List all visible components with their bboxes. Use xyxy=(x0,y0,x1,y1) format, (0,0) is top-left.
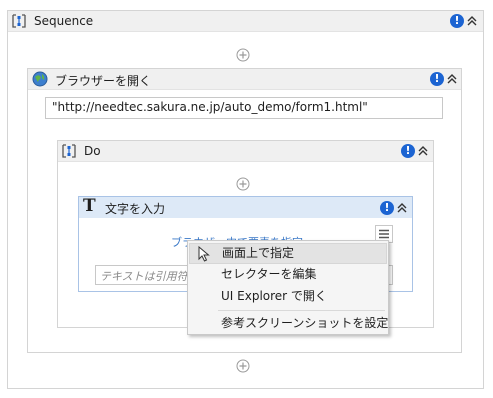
menu-item-set-screenshot[interactable]: 参考スクリーンショットを設定 xyxy=(189,313,389,334)
menu-item-label: 画面上で指定 xyxy=(222,246,295,260)
menu-item-label: 参考スクリーンショットを設定 xyxy=(221,316,389,330)
context-menu[interactable]: 画面上で指定 セレクターを編集 UI Explorer で開く 参考スクリーンシ… xyxy=(187,240,389,335)
url-input[interactable]: "http://needtec.sakura.ne.jp/auto_demo/f… xyxy=(45,97,443,119)
open-browser-header[interactable]: ブラウザーを開く ! xyxy=(28,69,461,90)
add-activity-icon[interactable] xyxy=(236,177,250,191)
menu-item-open-ui-explorer[interactable]: UI Explorer で開く xyxy=(189,286,387,307)
add-activity-icon[interactable] xyxy=(236,359,250,373)
text-type-icon: T xyxy=(83,196,96,216)
sequence-title: Sequence xyxy=(34,14,94,28)
open-browser-title: ブラウザーを開く xyxy=(55,74,152,88)
type-into-title: 文字を入力 xyxy=(105,202,166,216)
add-activity-icon[interactable] xyxy=(236,48,250,62)
do-title: Do xyxy=(84,144,101,158)
sequence-header[interactable]: Sequence ! xyxy=(8,11,483,32)
collapse-icon[interactable] xyxy=(446,72,458,86)
validation-warning-icon[interactable]: ! xyxy=(430,72,444,86)
collapse-icon[interactable] xyxy=(396,201,408,215)
cursor-icon xyxy=(198,246,210,262)
sequence-icon xyxy=(62,144,76,158)
globe-icon xyxy=(32,71,48,87)
menu-item-edit-selector[interactable]: セレクターを編集 xyxy=(189,264,387,285)
collapse-icon[interactable] xyxy=(417,144,429,158)
menu-separator xyxy=(218,310,385,311)
sequence-icon xyxy=(12,14,26,28)
menu-item-label: セレクターを編集 xyxy=(221,267,317,281)
validation-warning-icon[interactable]: ! xyxy=(450,14,464,28)
do-header[interactable]: Do ! xyxy=(58,141,433,162)
validation-warning-icon[interactable]: ! xyxy=(380,201,394,215)
validation-warning-icon[interactable]: ! xyxy=(401,144,415,158)
menu-item-label: UI Explorer で開く xyxy=(221,289,327,303)
menu-item-indicate-on-screen[interactable]: 画面上で指定 xyxy=(189,243,387,264)
collapse-icon[interactable] xyxy=(466,14,478,28)
type-into-header[interactable]: T 文字を入力 ! xyxy=(79,196,412,218)
